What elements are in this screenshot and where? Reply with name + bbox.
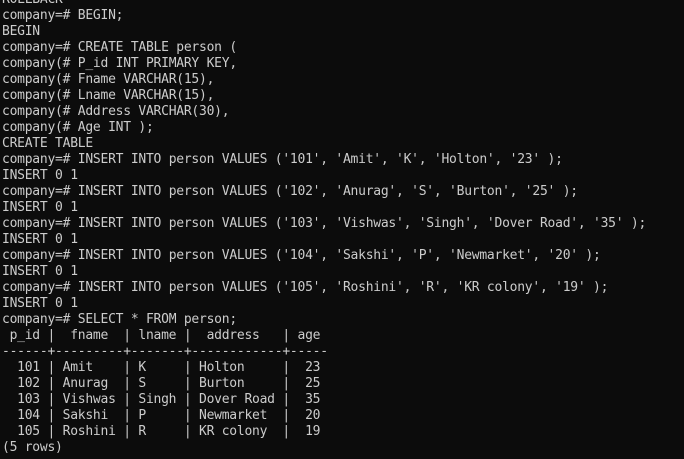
command-line: company=# CREATE TABLE person ( bbox=[2, 40, 646, 56]
output-line: ROLLBACK bbox=[2, 0, 646, 8]
command-text: Fname VARCHAR(15), bbox=[77, 72, 215, 87]
output-text: INSERT 0 1 bbox=[2, 200, 78, 215]
output-text: 102 | Anurag | S | Burton | 25 bbox=[2, 376, 321, 391]
shell-prompt: company=# bbox=[2, 8, 78, 23]
shell-prompt: company=# bbox=[2, 216, 78, 231]
output-line: BEGIN bbox=[2, 24, 646, 40]
output-line: p_id | fname | lname | address | age bbox=[2, 328, 646, 344]
output-text: 103 | Vishwas | Singh | Dover Road | 35 bbox=[2, 392, 321, 407]
command-text: SELECT * FROM person; bbox=[77, 312, 237, 327]
output-line: 103 | Vishwas | Singh | Dover Road | 35 bbox=[2, 392, 646, 408]
command-text: Address VARCHAR(30), bbox=[77, 104, 230, 119]
shell-prompt: company(# bbox=[2, 88, 78, 103]
command-line: company(# Fname VARCHAR(15), bbox=[2, 72, 646, 88]
output-line: 105 | Roshini | R | KR colony | 19 bbox=[2, 424, 646, 440]
command-line: company=# INSERT INTO person VALUES ('10… bbox=[2, 152, 646, 168]
shell-prompt: company(# bbox=[2, 72, 78, 87]
shell-prompt: company(# bbox=[2, 120, 78, 135]
output-text: ROLLBACK bbox=[2, 0, 63, 7]
shell-prompt: company=# bbox=[2, 40, 78, 55]
shell-prompt: company=# bbox=[2, 312, 78, 327]
command-line: company(# P_id INT PRIMARY KEY, bbox=[2, 56, 646, 72]
shell-prompt: company(# bbox=[2, 56, 78, 71]
terminal-window[interactable]: ROLLBACKcompany=# BEGIN;BEGINcompany=# C… bbox=[0, 0, 684, 459]
output-text: INSERT 0 1 bbox=[2, 232, 78, 247]
command-text: INSERT INTO person VALUES ('104', 'Saksh… bbox=[77, 248, 601, 263]
shell-prompt: company=# bbox=[2, 152, 78, 167]
output-text: BEGIN bbox=[2, 24, 40, 39]
output-line: INSERT 0 1 bbox=[2, 232, 646, 248]
command-text: Age INT ); bbox=[77, 120, 154, 135]
command-line: company(# Lname VARCHAR(15), bbox=[2, 88, 646, 104]
output-line: INSERT 0 1 bbox=[2, 200, 646, 216]
output-text: INSERT 0 1 bbox=[2, 264, 78, 279]
output-text: CREATE TABLE bbox=[2, 136, 93, 151]
output-text: p_id | fname | lname | address | age bbox=[2, 328, 328, 343]
output-text: (5 rows) bbox=[2, 440, 63, 455]
command-text: INSERT INTO person VALUES ('103', 'Vishw… bbox=[77, 216, 647, 231]
output-text: 101 | Amit | K | Holton | 23 bbox=[2, 360, 321, 375]
shell-prompt: company=# bbox=[2, 248, 78, 263]
output-line: 102 | Anurag | S | Burton | 25 bbox=[2, 376, 646, 392]
output-line: ------+---------+-------+------------+--… bbox=[2, 344, 646, 360]
output-line: 104 | Sakshi | P | Newmarket | 20 bbox=[2, 408, 646, 424]
command-text: INSERT INTO person VALUES ('101', 'Amit'… bbox=[77, 152, 563, 167]
command-line: company=# INSERT INTO person VALUES ('10… bbox=[2, 216, 646, 232]
command-text: INSERT INTO person VALUES ('102', 'Anura… bbox=[77, 184, 578, 199]
output-line: INSERT 0 1 bbox=[2, 296, 646, 312]
output-text: 104 | Sakshi | P | Newmarket | 20 bbox=[2, 408, 321, 423]
command-line: company(# Address VARCHAR(30), bbox=[2, 104, 646, 120]
terminal-output: ROLLBACKcompany=# BEGIN;BEGINcompany=# C… bbox=[2, 0, 646, 456]
shell-prompt: company=# bbox=[2, 184, 78, 199]
command-line: company=# INSERT INTO person VALUES ('10… bbox=[2, 184, 646, 200]
command-text: CREATE TABLE person ( bbox=[77, 40, 237, 55]
output-line: CREATE TABLE bbox=[2, 136, 646, 152]
output-text: 105 | Roshini | R | KR colony | 19 bbox=[2, 424, 321, 439]
command-text: BEGIN; bbox=[77, 8, 124, 23]
shell-prompt: company(# bbox=[2, 104, 78, 119]
shell-prompt: company=# bbox=[2, 280, 78, 295]
output-text: ------+---------+-------+------------+--… bbox=[2, 344, 328, 359]
command-text: INSERT INTO person VALUES ('105', 'Roshi… bbox=[77, 280, 609, 295]
output-line: (5 rows) bbox=[2, 440, 646, 456]
output-line: INSERT 0 1 bbox=[2, 168, 646, 184]
command-text: Lname VARCHAR(15), bbox=[77, 88, 215, 103]
command-line: company(# Age INT ); bbox=[2, 120, 646, 136]
output-line: 101 | Amit | K | Holton | 23 bbox=[2, 360, 646, 376]
command-line: company=# INSERT INTO person VALUES ('10… bbox=[2, 248, 646, 264]
output-text: INSERT 0 1 bbox=[2, 296, 78, 311]
command-text: P_id INT PRIMARY KEY, bbox=[77, 56, 237, 71]
output-text: INSERT 0 1 bbox=[2, 168, 78, 183]
command-line: company=# BEGIN; bbox=[2, 8, 646, 24]
command-line: company=# SELECT * FROM person; bbox=[2, 312, 646, 328]
command-line: company=# INSERT INTO person VALUES ('10… bbox=[2, 280, 646, 296]
output-line: INSERT 0 1 bbox=[2, 264, 646, 280]
